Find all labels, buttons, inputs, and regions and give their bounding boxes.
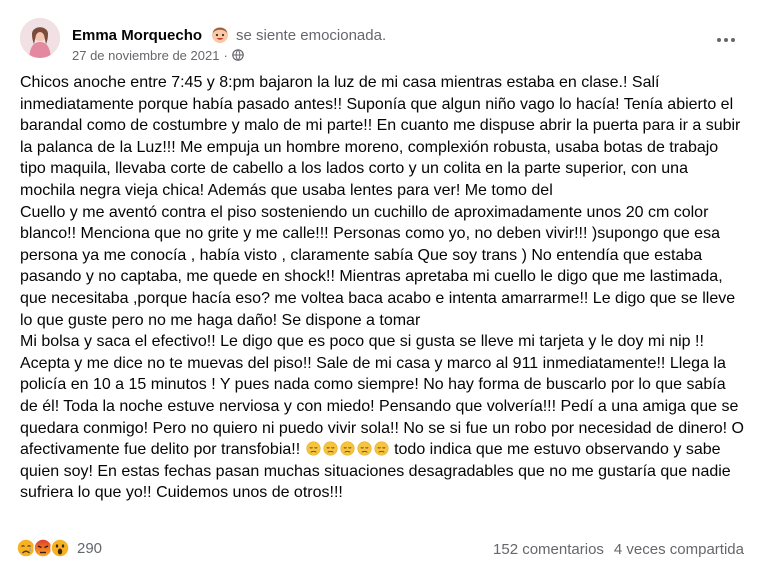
post-meta: 27 de noviembre de 2021 ·: [72, 48, 244, 63]
shares-count[interactable]: 4 veces compartida: [614, 541, 744, 558]
post-paragraph-3: Mi bolsa y saca el efectivo!! Le digo qu…: [20, 331, 746, 504]
post-header: Emma Morquecho se siente emocionada. 27 …: [16, 14, 744, 64]
disappointed-face-icon: [323, 441, 338, 456]
post-body: Chicos anoche entre 7:45 y 8:pm bajaron …: [20, 72, 746, 504]
post-paragraph-1: Chicos anoche entre 7:45 y 8:pm bajaron …: [20, 74, 741, 199]
facebook-post: Emma Morquecho se siente emocionada. 27 …: [0, 0, 760, 570]
post-paragraph-2: Cuello y me aventó contra el piso sosten…: [20, 203, 736, 329]
author-line: Emma Morquecho se siente emocionada.: [72, 24, 386, 44]
meta-separator: ·: [223, 48, 228, 63]
globe-icon: [231, 49, 244, 61]
disappointed-face-icon: [340, 441, 355, 456]
disappointed-face-icon: [357, 441, 372, 456]
disappointed-face-icon: [306, 441, 321, 456]
feeling-text: se siente emocionada.: [236, 27, 387, 44]
more-options-button[interactable]: [708, 28, 744, 52]
reaction-count: 290: [77, 539, 103, 557]
post-paragraph-3-text: Mi bolsa y saca el efectivo!! Le digo qu…: [20, 333, 744, 459]
post-footer: 290 152 comentarios 4 veces compartida: [16, 534, 744, 564]
more-options-icon: [717, 38, 721, 42]
disappointed-face-icon: [374, 441, 389, 456]
profile-photo-icon: [20, 18, 60, 58]
comments-count[interactable]: 152 comentarios: [493, 541, 604, 558]
post-date[interactable]: 27 de noviembre de 2021: [72, 48, 219, 63]
excited-face-icon: [212, 27, 229, 43]
emoji-run: [305, 441, 390, 458]
wow-reaction-icon: [50, 538, 70, 558]
reaction-summary[interactable]: 290: [16, 538, 102, 558]
avatar[interactable]: [20, 18, 60, 58]
author-name[interactable]: Emma Morquecho: [72, 27, 202, 44]
engagement-counts: 152 comentarios 4 veces compartida: [493, 541, 744, 558]
